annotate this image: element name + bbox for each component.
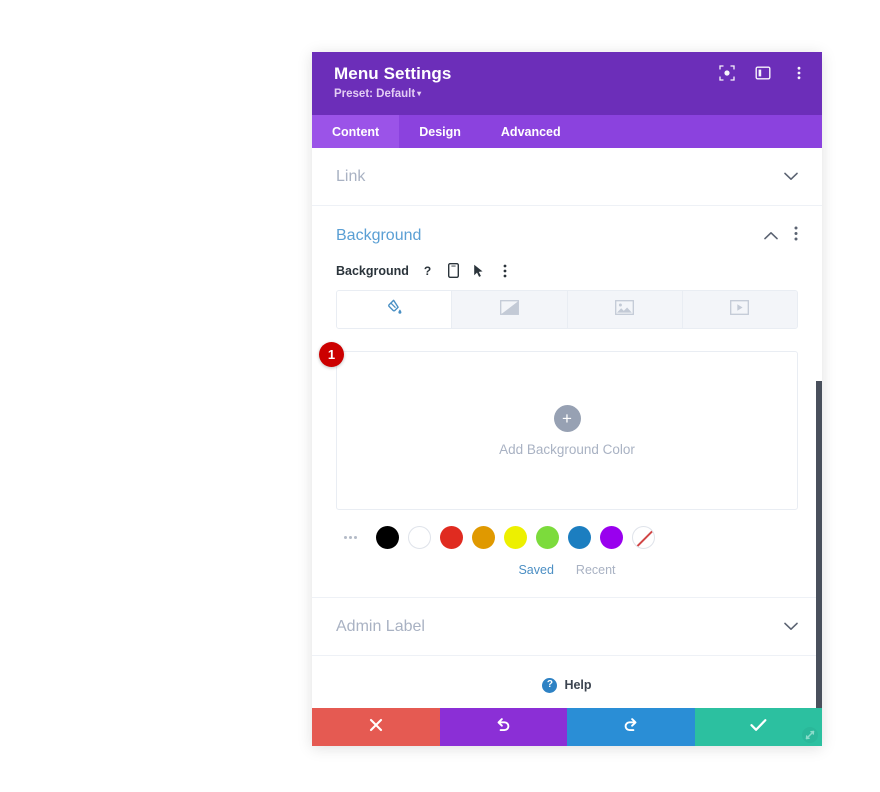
- menu-settings-modal: Menu Settings Preset: Default ▾ Content …: [312, 52, 822, 746]
- chevron-down-icon: [784, 620, 798, 633]
- redo-icon: [622, 716, 639, 738]
- close-icon: [369, 718, 383, 737]
- swatch-transparent[interactable]: [632, 526, 655, 549]
- section-link[interactable]: Link: [312, 148, 822, 206]
- tab-design[interactable]: Design: [399, 115, 481, 148]
- paint-bucket-icon: [386, 299, 403, 321]
- undo-button[interactable]: [439, 708, 567, 746]
- help-question-icon[interactable]: ?: [420, 263, 435, 278]
- image-icon: [615, 299, 635, 320]
- section-background-header[interactable]: Background: [336, 226, 798, 245]
- modal-action-bar: [312, 708, 822, 746]
- swatch-white[interactable]: [408, 526, 431, 549]
- more-vertical-icon[interactable]: [790, 64, 808, 82]
- settings-tab-bar: Content Design Advanced: [312, 115, 822, 148]
- cancel-button[interactable]: [312, 708, 440, 746]
- vertical-scrollbar[interactable]: [816, 381, 822, 708]
- preset-selector[interactable]: Preset: Default ▾: [334, 87, 421, 102]
- section-background: Background Background ? 1 + Add Backgrou…: [312, 206, 822, 598]
- more-vertical-icon[interactable]: [794, 226, 798, 245]
- swatch-black[interactable]: [376, 526, 399, 549]
- svg-text:?: ?: [424, 264, 431, 278]
- swatch-red[interactable]: [440, 526, 463, 549]
- add-background-color-button[interactable]: + Add Background Color: [336, 351, 798, 510]
- swatch-green[interactable]: [536, 526, 559, 549]
- background-video-tab[interactable]: [682, 291, 797, 328]
- responsive-device-icon[interactable]: [446, 263, 461, 278]
- background-image-tab[interactable]: [567, 291, 683, 328]
- background-color-dropzone-wrap: 1 + Add Background Color: [319, 342, 798, 510]
- background-field-label-row: Background ?: [336, 263, 798, 278]
- help-question-icon: ?: [542, 677, 558, 693]
- more-vertical-icon[interactable]: [498, 263, 513, 278]
- chevron-down-icon: [784, 170, 798, 183]
- preset-label: Preset: Default: [334, 88, 416, 100]
- color-swatch-row: [336, 526, 798, 549]
- background-color-tab[interactable]: [337, 291, 453, 328]
- tab-advanced[interactable]: Advanced: [481, 115, 581, 148]
- swatch-yellow[interactable]: [504, 526, 527, 549]
- video-icon: [730, 299, 750, 320]
- chevron-down-icon: ▾: [417, 89, 422, 98]
- swatch-blue[interactable]: [568, 526, 591, 549]
- section-link-title: Link: [336, 167, 366, 185]
- resize-handle[interactable]: [800, 725, 820, 745]
- modal-header: Menu Settings Preset: Default ▾: [312, 52, 822, 115]
- add-background-color-label: Add Background Color: [499, 441, 635, 457]
- undo-icon: [495, 716, 512, 738]
- swatch-orange[interactable]: [472, 526, 495, 549]
- background-field-label: Background: [336, 263, 409, 278]
- background-type-tabs: [336, 290, 798, 329]
- section-admin-label-title: Admin Label: [336, 617, 425, 635]
- section-admin-label[interactable]: Admin Label: [312, 598, 822, 656]
- step-badge-1: 1: [319, 342, 344, 367]
- help-link[interactable]: ? Help: [312, 656, 822, 708]
- palette-tabs: Saved Recent: [336, 563, 798, 597]
- background-gradient-tab[interactable]: [452, 291, 568, 328]
- redo-button[interactable]: [567, 708, 695, 746]
- checkmark-icon: [750, 718, 767, 737]
- palette-tab-recent[interactable]: Recent: [576, 563, 616, 577]
- header-icon-group: [718, 64, 808, 82]
- layout-panel-icon[interactable]: [754, 64, 772, 82]
- tab-content[interactable]: Content: [312, 115, 400, 148]
- swatch-purple[interactable]: [600, 526, 623, 549]
- section-background-title: Background: [336, 226, 422, 244]
- section-background-actions: [764, 226, 798, 245]
- chevron-up-icon[interactable]: [764, 228, 778, 244]
- focus-icon[interactable]: [718, 64, 736, 82]
- more-colors-icon[interactable]: [338, 536, 362, 539]
- settings-scroll-area: Link Background Background ? 1 + Add Bac…: [312, 148, 822, 708]
- hover-cursor-icon[interactable]: [472, 263, 487, 278]
- plus-icon: +: [553, 404, 581, 432]
- help-label: Help: [564, 678, 592, 692]
- palette-tab-saved[interactable]: Saved: [518, 563, 553, 577]
- gradient-icon: [499, 299, 519, 320]
